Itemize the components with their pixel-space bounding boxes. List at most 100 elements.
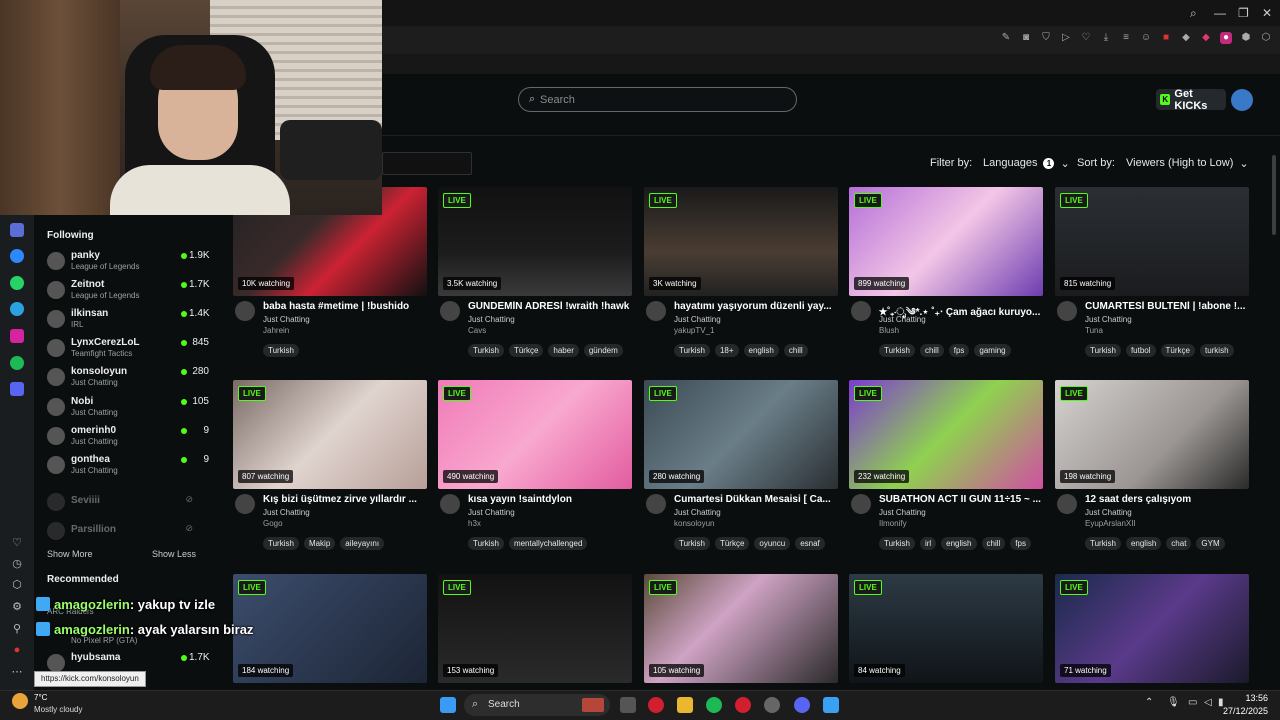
telegram-icon[interactable] (10, 302, 24, 316)
stream-title[interactable]: CUMARTESİ BÜLTENİ | !abone !... (1085, 301, 1249, 312)
tag[interactable]: Turkish (468, 344, 504, 357)
search-icon[interactable]: ⌕ (1190, 6, 1197, 21)
get-kicks-button[interactable]: K Get KICKs (1156, 88, 1226, 112)
tag[interactable]: mentallychallenged (508, 537, 588, 550)
streamer-name[interactable]: yakupTV_1 (674, 326, 714, 335)
sidebar-item-omerinh0[interactable]: omerinh0 Just Chatting 9 (47, 425, 209, 451)
stream-thumbnail[interactable]: LIVE 3K watching (644, 187, 838, 296)
scrollbar[interactable] (1272, 155, 1276, 235)
volume-icon[interactable]: ◁ (1204, 697, 1212, 708)
stream-card[interactable]: LIVE 184 watching (233, 574, 427, 684)
tag[interactable]: aileyayını (340, 537, 385, 550)
windows-start-icon[interactable] (440, 697, 456, 713)
search-input[interactable]: ⌕ Search (518, 87, 797, 112)
stream-thumbnail[interactable]: LIVE 105 watching (644, 574, 838, 683)
heart-icon[interactable]: ♡ (10, 536, 24, 550)
stream-card[interactable]: LIVE 807 watching Kış bizi üşütmez zirve y… (233, 380, 427, 552)
stream-category[interactable]: Just Chatting (674, 315, 721, 324)
stream-thumbnail[interactable]: LIVE 71 watching (1055, 574, 1249, 683)
sidebar-item-zeitnot[interactable]: Zeitnot League of Legends 1.7K (47, 279, 210, 305)
tag[interactable]: 18+ (714, 344, 739, 357)
tag[interactable]: Turkish (879, 344, 915, 357)
menu-icon[interactable]: ≡ (1120, 32, 1132, 44)
stream-category[interactable]: Just Chatting (263, 315, 310, 324)
show-more-button[interactable]: Show More (47, 549, 93, 559)
tag[interactable]: fps (1010, 537, 1031, 550)
avatar[interactable] (851, 494, 871, 514)
stream-thumbnail[interactable]: LIVE 899 watching (849, 187, 1043, 296)
extensions-icon[interactable]: ⬡ (1260, 32, 1272, 44)
stream-card[interactable]: LIVE 815 watching CUMARTESİ BÜLTENİ | !abo… (1055, 187, 1249, 359)
aria-icon[interactable] (10, 223, 24, 237)
user-avatar[interactable] (1231, 89, 1253, 111)
avatar[interactable] (646, 301, 666, 321)
extension-twitch-icon[interactable]: ● (1220, 32, 1232, 44)
camera-icon[interactable]: ◙ (1020, 32, 1032, 44)
stream-category[interactable]: Just Chatting (879, 315, 926, 324)
network-icon[interactable]: ▭ (1188, 697, 1197, 708)
stream-category[interactable]: Just Chatting (1085, 315, 1132, 324)
stream-title[interactable]: kısa yayın !saintdylon (468, 494, 632, 505)
stream-card[interactable]: LIVE 105 watching (644, 574, 838, 684)
tag[interactable]: Turkish (674, 344, 710, 357)
shield-icon[interactable]: ⛉ (1040, 32, 1052, 44)
stream-thumbnail[interactable]: LIVE 153 watching (438, 574, 632, 683)
sort-dropdown[interactable]: Viewers (High to Low) ⌄ (1120, 154, 1255, 172)
history-icon[interactable]: ◷ (10, 557, 24, 571)
notepad-icon[interactable] (823, 697, 839, 713)
sidebar-item-gonthea[interactable]: gonthea Just Chatting 9 (47, 454, 209, 480)
sidebar-item-offline[interactable]: Seviiii ⊘ (47, 491, 197, 517)
stream-category[interactable]: Just Chatting (468, 508, 515, 517)
opera-icon[interactable] (648, 697, 664, 713)
settings-icon[interactable]: ⚙ (10, 600, 24, 614)
extension-red-icon[interactable]: ■ (1160, 32, 1172, 44)
obs-icon[interactable] (764, 697, 780, 713)
streamer-name[interactable]: Tuna (1085, 326, 1103, 335)
task-view-icon[interactable] (620, 697, 636, 713)
maximize-icon[interactable]: ❐ (1238, 6, 1249, 20)
stream-category[interactable]: Just Chatting (879, 508, 926, 517)
messenger-icon[interactable] (10, 249, 24, 263)
tag[interactable]: chat (1166, 537, 1192, 550)
stream-card[interactable]: LIVE 84 watching (849, 574, 1043, 684)
stream-category[interactable]: Just Chatting (468, 315, 515, 324)
stream-title[interactable]: 12 saat ders çalışıyom (1085, 494, 1249, 505)
stream-card[interactable]: LIVE 198 watching 12 saat ders çalışıyom Ju… (1055, 380, 1249, 552)
record-icon[interactable]: ● (10, 643, 24, 657)
tag[interactable]: gündem (583, 344, 623, 357)
tag[interactable]: chill (783, 344, 808, 357)
stream-thumbnail[interactable]: LIVE 815 watching (1055, 187, 1249, 296)
tag[interactable]: Turkish (879, 537, 915, 550)
play-icon[interactable]: ▷ (1060, 32, 1072, 44)
tag[interactable]: Turkish (263, 537, 299, 550)
tag[interactable]: chill (981, 537, 1006, 550)
spotify-icon[interactable] (10, 356, 24, 370)
user-icon[interactable]: ☺ (1140, 32, 1152, 44)
stream-thumbnail[interactable]: LIVE 280 watching (644, 380, 838, 489)
player-icon[interactable] (10, 382, 24, 396)
tag[interactable]: haber (548, 344, 579, 357)
streamer-name[interactable]: h3x (468, 519, 481, 528)
avatar[interactable] (1057, 301, 1077, 321)
opera-gx-icon[interactable] (735, 697, 751, 713)
avatar[interactable] (235, 494, 255, 514)
stream-thumbnail[interactable]: LIVE 198 watching (1055, 380, 1249, 489)
tag[interactable]: esnaf (795, 537, 825, 550)
file-explorer-icon[interactable] (677, 697, 693, 713)
sidebar-item-nobi[interactable]: Nobi Just Chatting 105 (47, 396, 209, 422)
category-search-input[interactable] (382, 152, 472, 175)
tag[interactable]: oyuncu (754, 537, 791, 550)
microphone-icon[interactable]: 🎙 (1167, 697, 1180, 708)
stream-category[interactable]: Just Chatting (263, 508, 310, 517)
chevron-up-icon[interactable]: ⌃ (1145, 697, 1153, 708)
avatar[interactable] (646, 494, 666, 514)
spotify-icon[interactable] (706, 697, 722, 713)
sidebar-item-lynxcerezlol[interactable]: LynxCerezLoL Teamfight Tactics 845 (47, 337, 209, 363)
stream-card[interactable]: LIVE 153 watching (438, 574, 632, 684)
instagram-icon[interactable] (10, 329, 24, 343)
streamer-name[interactable]: Ilmonify (879, 519, 907, 528)
sidebar-item-offline[interactable]: Parsillion ⊘ (47, 520, 197, 546)
stream-card[interactable]: LIVE 280 watching Cumartesi Dükkan Mesaisi… (644, 380, 838, 552)
extension-icon[interactable]: ◆ (1180, 32, 1192, 44)
stream-thumbnail[interactable]: LIVE 184 watching (233, 574, 427, 683)
